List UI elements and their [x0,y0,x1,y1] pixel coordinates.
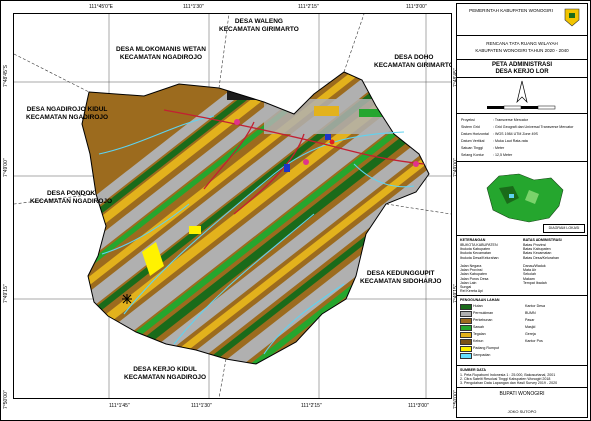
point-legend-item-label: Pasar [525,318,535,322]
map-canvas[interactable]: DESA WALENG KECAMATAN GIRIMARTO DESA MLOK… [13,13,452,399]
coord-bottom-1: 111°1'45" [109,403,130,409]
landuse-item-swatch [460,332,472,338]
coord-top-2: 111°1'30" [183,4,204,10]
coord-left-3: 7°49'15" [3,284,9,303]
source-line-2: 3. Pengolahan Data Lapangan dan Hasil Su… [460,381,558,385]
coord-bottom-4: 111°3'00" [408,403,429,409]
region-label-doho: DESA DOHO KECAMATAN GIRIMARTO [374,54,452,69]
location-box: DIAGRAM LOKASI [456,161,588,237]
header-box: PEMERINTAH KABUPATEN WONOGIRI [456,3,588,37]
info-line-5: Selang Kontur: 12,5 Meter [461,153,513,157]
legend-title-left: KETERANGAN [460,238,486,242]
location-inset-map [486,173,564,223]
scale-bar [487,105,556,110]
info-lines: Proyeksi: Transverse Mercator Sistem Gri… [461,118,585,160]
landuse-item-label: Permukiman [473,311,494,315]
landuse-item-label: Sawah [473,325,484,329]
map-title: PETA ADMINISTRASI [491,62,553,68]
legend-left-item-label: Rel Kereta Api [460,289,483,294]
sun-icon [122,294,132,304]
landuse-item-swatch [460,346,472,352]
title-box: PETA ADMINISTRASI DESA KERJO LOR [456,59,588,79]
landuse-map [14,14,451,398]
plan-title: RENCANA TATA RUANG WILAYAH [486,41,558,46]
legend-title-right: BATAS ADMINISTRASI [523,238,562,242]
landuse-item-label: Padang Rumput [473,346,499,350]
info-line-2: Datum Horizontal: WGS 1984 UTM Zone 49S [461,132,538,136]
point-legend-item-label: Kantor Desa [525,304,545,308]
legend-left-item-label: Ibukota Desa/Kelurahan [460,255,499,260]
landuse-title: PENGGUNAAN LAHAN [460,298,500,302]
landuse-item-swatch [460,311,472,317]
landuse-item-swatch [460,318,472,324]
coord-left-1: 7°48'45"S [3,65,9,87]
point-legend-item-label: Kantor Pos [525,339,543,343]
legend-right-item-label: Batas Desa/Kelurahan [523,255,559,260]
source-title: SUMBER DATA [460,368,487,372]
wonogiri-emblem-icon [564,8,580,27]
location-label: DIAGRAM LOKASI [543,224,585,233]
coord-top-3: 111°2'15" [298,4,319,10]
bupati-name: JOKO SUTOPO [507,409,537,414]
landuse-item-swatch [460,304,472,310]
info-line-3: Datum Vertikal: Muka Laut Rata-rata [461,139,528,143]
gov-header: PEMERINTAH KABUPATEN WONOGIRI [469,8,553,13]
region-label-mlokomanis: DESA MLOKOMANIS WETAN KECAMATAN NGADIROJO [116,46,206,61]
plan-box: RENCANA TATA RUANG WILAYAH KABUPATEN WON… [456,35,588,61]
north-arrow-icon [516,80,528,104]
map-subtitle: DESA KERJO LOR [495,69,549,75]
landuse-item-swatch [460,353,472,359]
landuse-item-label: Perkebunan [473,318,493,322]
signature-box: BUPATI WONOGIRI JOKO SUTOPO [456,387,588,418]
coord-bottom-2: 111°1'30" [191,403,212,409]
info-line-0: Proyeksi: Transverse Mercator [461,118,528,122]
landuse-item-label: Hutan [473,304,483,308]
landuse-item-label: Sempadan [473,353,491,357]
coord-bottom-3: 111°2'15" [301,403,322,409]
north-scale-box [456,77,588,115]
region-label-ngadirojo-kidul: DESA NGADIROJO KIDUL KECAMATAN NGADIROJO [26,106,109,121]
coord-left-2: 7°49'00" [3,158,9,177]
region-label-waleng: DESA WALENG KECAMATAN GIRIMARTO [219,18,299,33]
coord-left-4: 7°50'00" [3,390,9,409]
coord-top-1: 111°45'0"E [89,4,114,10]
point-legend-item-label: BUMN [525,311,536,315]
point-legend-item-label: Masjid [525,325,536,329]
info-box: Proyeksi: Transverse Mercator Sistem Gri… [456,113,588,163]
landuse-box: PENGGUNAAN LAHAN Hutan Permukiman Perkebun… [456,295,588,367]
region-label-pondok: DESA PONDOK KECAMATAN NGADIROJO [30,190,113,205]
region-label-kedunggupit: DESA KEDUNGGUPIT KECAMATAN SIDOHARJO [360,270,442,285]
landuse-item-label: Kebun [473,339,484,343]
bupati-label: BUPATI WONOGIRI [499,391,545,397]
plan-subtitle: KABUPATEN WONOGIRI TAHUN 2020 - 2040 [475,48,569,53]
landuse-item-swatch [460,339,472,345]
map-sidebar: PEMERINTAH KABUPATEN WONOGIRI RENCANA TA… [456,3,588,418]
map-sheet: 111°45'0"E 111°1'30" 111°2'15" 111°3'00"… [0,0,591,421]
landuse-item-label: Tegalan [473,332,486,336]
info-line-4: Satuan Tinggi: Meter [461,146,505,150]
region-label-kerjo-kidul: DESA KERJO KIDUL KECAMATAN NGADIROJO [124,366,207,381]
legend-box: KETERANGAN BATAS ADMINISTRASI IBUKOTA KA… [456,235,588,297]
source-box: SUMBER DATA 1. Peta Rupabumi Indonesia 1… [456,365,588,389]
landuse-item-swatch [460,325,472,331]
legend-right-item-label: Tempat Ibadah [523,280,547,285]
info-line-1: Sistem Grid: Grid Geografi dan Universal… [461,125,574,129]
point-legend-item-label: Gereja [525,332,536,336]
coord-top-4: 111°3'00" [406,4,427,10]
